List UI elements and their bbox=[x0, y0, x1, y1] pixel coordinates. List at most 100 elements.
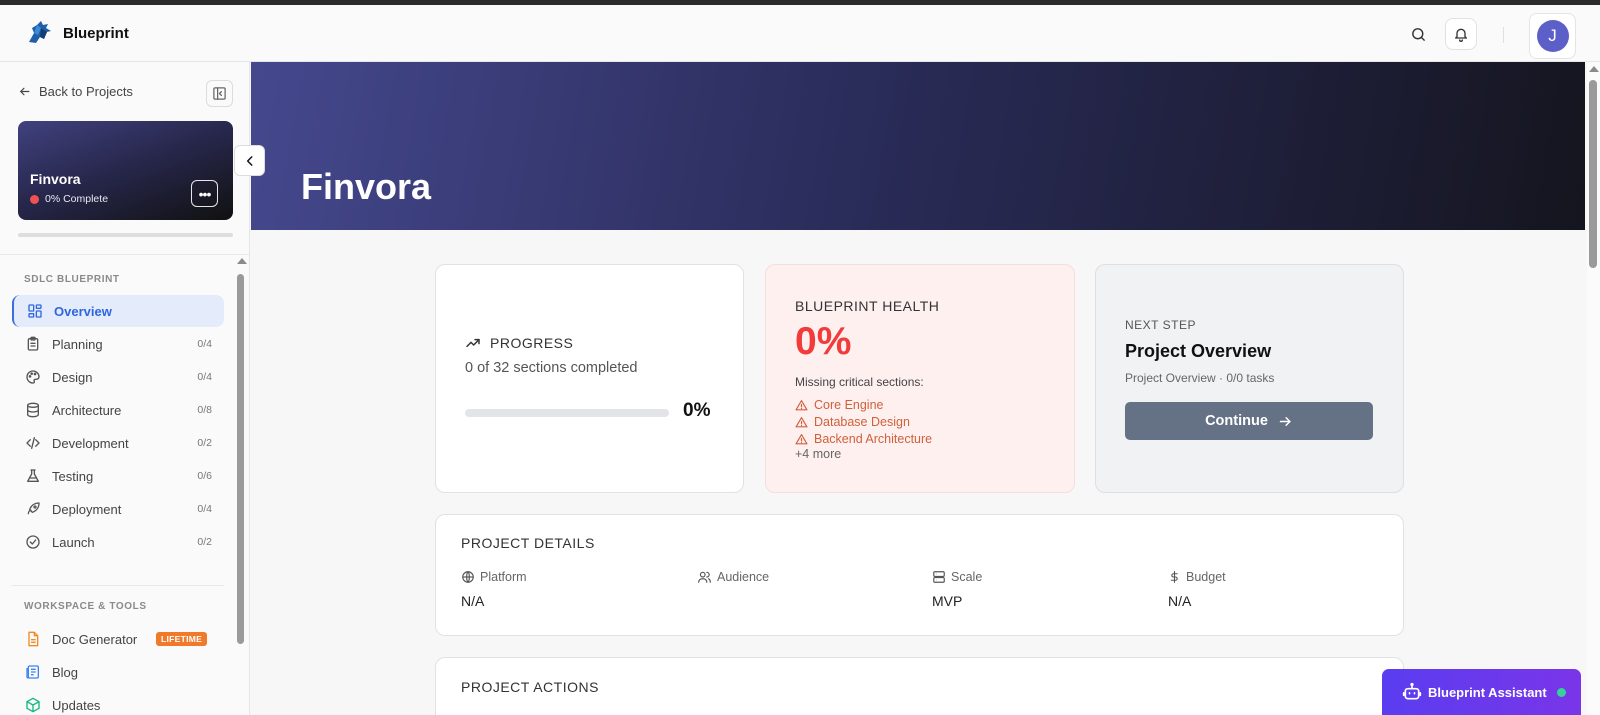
project-details-card: PROJECT DETAILS Platform N/A Audience Sc… bbox=[435, 514, 1404, 636]
detail-label-row: Audience bbox=[697, 570, 769, 584]
sidebar-item-count: 0/4 bbox=[197, 371, 212, 383]
database-icon bbox=[27, 402, 39, 418]
back-to-projects-link[interactable]: Back to Projects bbox=[18, 84, 133, 99]
detail-label-row: Scale bbox=[932, 570, 982, 584]
sidebar-item-design[interactable]: Design 0/4 bbox=[12, 361, 224, 393]
next-step-title: Project Overview bbox=[1125, 341, 1272, 361]
project-card[interactable]: Finvora 0% Complete ••• bbox=[18, 121, 233, 220]
search-button[interactable] bbox=[1405, 21, 1431, 47]
sidebar-item-label: Development bbox=[52, 436, 129, 451]
horse-logo-icon[interactable] bbox=[26, 19, 54, 47]
blueprint-assistant-button[interactable]: Blueprint Assistant bbox=[1382, 669, 1581, 715]
detail-label-row: Budget bbox=[1168, 570, 1226, 584]
newspaper-icon bbox=[26, 665, 39, 679]
detail-value: MVP bbox=[932, 593, 963, 609]
project-card-status-label: 0% Complete bbox=[45, 193, 109, 205]
sidebar-item-count: 0/2 bbox=[197, 536, 212, 548]
sidebar-item-count: 0/4 bbox=[197, 338, 212, 350]
warning-icon bbox=[795, 416, 808, 427]
detail-audience: Audience bbox=[697, 570, 769, 593]
detail-label-row: Platform bbox=[461, 570, 527, 584]
more-missing-link[interactable]: +4 more bbox=[795, 447, 841, 461]
clipboard-icon bbox=[27, 336, 39, 351]
sidebar-item-doc-generator[interactable]: Doc Generator LIFETIME bbox=[12, 623, 224, 655]
dollar-icon bbox=[1170, 571, 1178, 583]
main-scrollbar-thumb[interactable] bbox=[1589, 80, 1597, 268]
sidebar-item-count: 0/6 bbox=[197, 470, 212, 482]
missing-section-item[interactable]: Database Design bbox=[795, 415, 910, 429]
sidebar-collapse-button[interactable] bbox=[206, 80, 233, 107]
sidebar-item-label: Overview bbox=[54, 304, 112, 319]
globe-icon bbox=[462, 570, 474, 584]
continue-button[interactable]: Continue bbox=[1125, 402, 1373, 440]
sidebar-item-blog[interactable]: Blog bbox=[12, 656, 224, 688]
sidebar-divider bbox=[0, 254, 250, 255]
lifetime-badge: LIFETIME bbox=[156, 632, 208, 646]
detail-label: Platform bbox=[480, 570, 527, 584]
warning-icon bbox=[795, 399, 808, 410]
missing-section-item[interactable]: Core Engine bbox=[795, 398, 884, 412]
sidebar-item-development[interactable]: Development 0/2 bbox=[12, 427, 224, 459]
sidebar-item-updates[interactable]: Updates bbox=[12, 689, 224, 715]
check-circle-icon bbox=[26, 535, 40, 549]
users-icon bbox=[698, 571, 711, 583]
page-title: Finvora bbox=[301, 166, 432, 207]
project-card-status: 0% Complete bbox=[30, 193, 108, 205]
main-scroll-up-arrow[interactable] bbox=[1589, 66, 1599, 72]
next-step-card: NEXT STEP Project Overview Project Overv… bbox=[1095, 264, 1404, 493]
ellipsis-icon: ••• bbox=[198, 185, 212, 202]
user-menu-button[interactable]: J bbox=[1529, 13, 1576, 59]
grid-icon bbox=[28, 304, 42, 318]
continue-button-label: Continue bbox=[1205, 413, 1268, 429]
next-step-label: NEXT STEP bbox=[1125, 318, 1196, 332]
avatar: J bbox=[1536, 20, 1569, 52]
code-icon bbox=[26, 437, 40, 449]
sidebar-item-overview[interactable]: Overview bbox=[12, 295, 224, 327]
progress-heading-label: PROGRESS bbox=[490, 335, 574, 351]
project-card-name: Finvora bbox=[30, 171, 81, 187]
sidebar-item-count: 0/2 bbox=[197, 437, 212, 449]
arrow-left-icon bbox=[20, 87, 30, 96]
missing-section-label: Backend Architecture bbox=[814, 432, 933, 446]
blueprint-health-card: BLUEPRINT HEALTH 0% Missing critical sec… bbox=[765, 264, 1075, 493]
sidebar-item-count: 0/4 bbox=[197, 503, 212, 515]
missing-section-item[interactable]: Backend Architecture bbox=[795, 432, 932, 446]
detail-label: Scale bbox=[951, 570, 983, 584]
notifications-button[interactable] bbox=[1445, 18, 1477, 50]
more-options-button[interactable]: ••• bbox=[191, 180, 218, 207]
sidebar-item-planning[interactable]: Planning 0/4 bbox=[12, 328, 224, 360]
document-icon bbox=[28, 631, 39, 647]
online-status-dot bbox=[1557, 688, 1566, 697]
health-heading: BLUEPRINT HEALTH bbox=[795, 298, 940, 314]
missing-sections-label: Missing critical sections: bbox=[795, 375, 924, 389]
sidebar-item-architecture[interactable]: Architecture 0/8 bbox=[12, 394, 224, 426]
detail-platform: Platform N/A bbox=[461, 570, 527, 609]
sidebar-scrollbar-thumb[interactable] bbox=[237, 274, 244, 644]
missing-section-label: Core Engine bbox=[814, 398, 884, 412]
sidebar-item-label: Launch bbox=[52, 535, 95, 550]
section-label-sdlc: SDLC BLUEPRINT bbox=[24, 274, 120, 285]
project-actions-card: PROJECT ACTIONS bbox=[435, 657, 1404, 715]
sidebar-item-label: Blog bbox=[52, 665, 79, 680]
warning-icon bbox=[795, 433, 808, 444]
sidebar-scroll-up-arrow[interactable] bbox=[237, 258, 247, 264]
next-step-subtitle: Project Overview · 0/0 tasks bbox=[1125, 371, 1275, 385]
sidebar-item-count: 0/8 bbox=[197, 404, 212, 416]
sidebar-item-label: Architecture bbox=[52, 403, 122, 418]
sidebar-item-testing[interactable]: Testing 0/6 bbox=[12, 460, 224, 492]
flask-icon bbox=[27, 469, 39, 482]
sidebar-item-label: Planning bbox=[52, 337, 103, 352]
project-details-heading: PROJECT DETAILS bbox=[461, 535, 595, 551]
progress-heading: PROGRESS bbox=[465, 335, 573, 351]
sidebar-item-launch[interactable]: Launch 0/2 bbox=[12, 526, 224, 558]
sidebar-toggle-button[interactable] bbox=[234, 145, 265, 176]
detail-label: Budget bbox=[1186, 570, 1226, 584]
trending-up-icon bbox=[466, 338, 480, 348]
brand-name[interactable]: Blueprint bbox=[63, 25, 129, 42]
server-icon bbox=[933, 571, 945, 583]
sidebar-item-deployment[interactable]: Deployment 0/4 bbox=[12, 493, 224, 525]
detail-budget: Budget N/A bbox=[1168, 570, 1226, 609]
top-header: Blueprint J bbox=[0, 5, 1600, 62]
project-actions-heading: PROJECT ACTIONS bbox=[461, 679, 599, 695]
health-percent: 0% bbox=[795, 320, 852, 363]
